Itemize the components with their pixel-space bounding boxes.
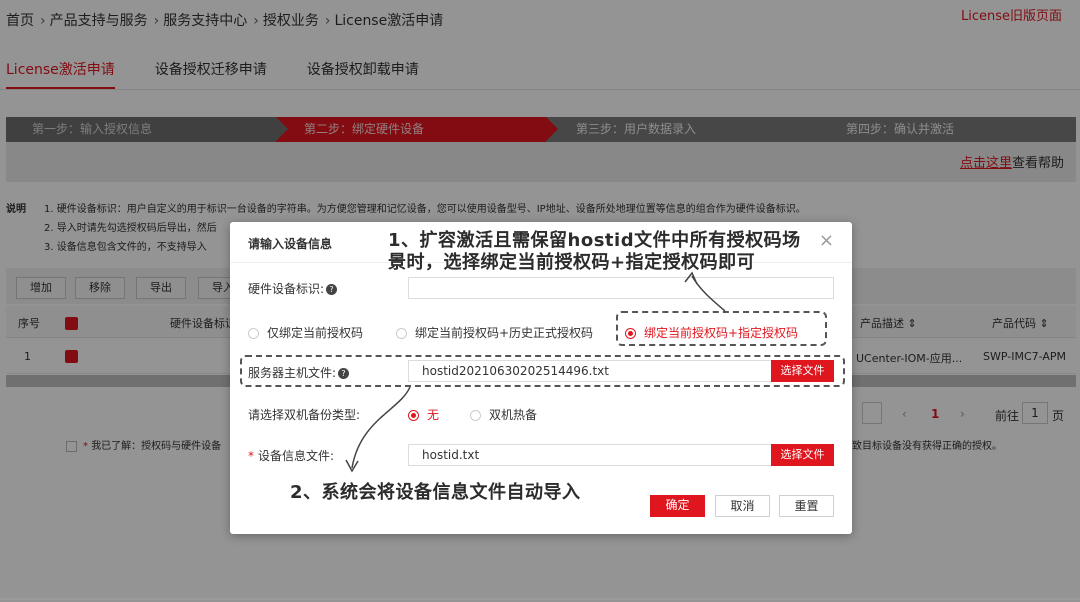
annotation-arrows	[345, 271, 726, 473]
page-bottom-border	[0, 598, 1080, 600]
